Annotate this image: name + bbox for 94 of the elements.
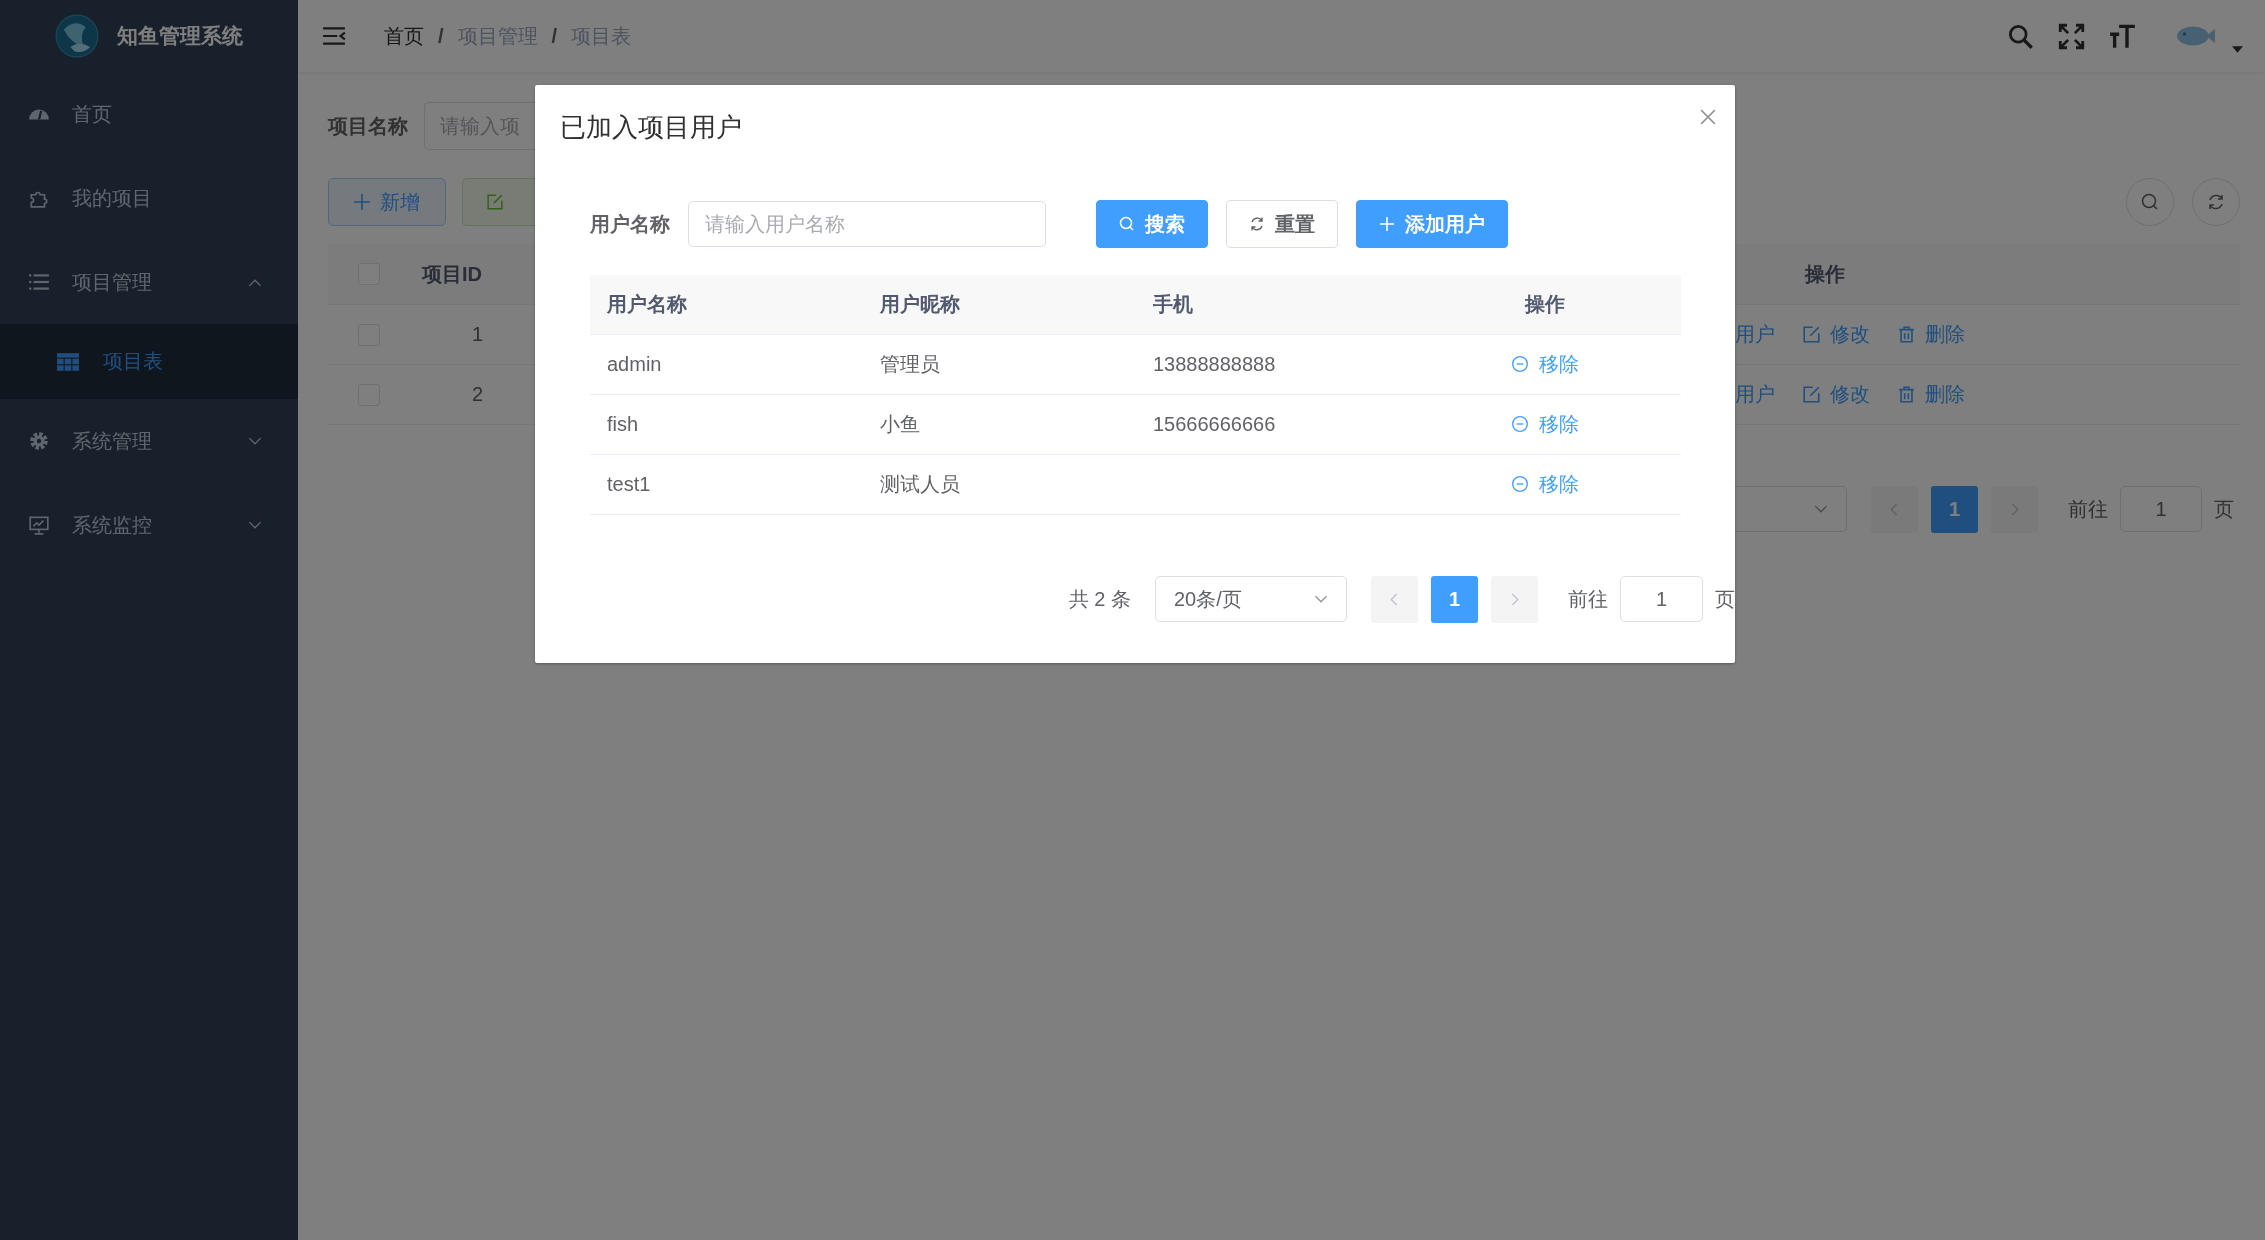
edit-icon — [1803, 386, 1820, 403]
edit-link[interactable]: 修改 — [1803, 381, 1870, 408]
trash-icon — [1898, 326, 1915, 343]
minus-circle-icon — [1511, 475, 1529, 494]
previous-page-button[interactable] — [1871, 485, 1918, 533]
caret-icon[interactable] — [2232, 45, 2243, 53]
next-page-button[interactable] — [1491, 575, 1538, 623]
fullscreen-icon[interactable] — [2058, 22, 2085, 50]
username-field[interactable]: 请输入用户名称 — [688, 201, 1046, 247]
search-icon — [2140, 192, 2160, 212]
gear-icon — [28, 430, 50, 452]
submenu-item[interactable]: 项目表 — [0, 324, 298, 399]
chevron-down-icon — [248, 436, 262, 446]
table-cell-text: 13888888888 — [1152, 353, 1277, 376]
add-button[interactable]: 新增 — [328, 178, 446, 226]
edit-icon — [1803, 326, 1820, 343]
breadcrumb-item[interactable]: 首页 — [384, 22, 424, 50]
list-icon — [28, 271, 50, 293]
column-header: 用户昵称 — [879, 292, 961, 317]
column-header: 操作 — [1525, 292, 1565, 317]
plus-icon — [354, 194, 370, 210]
total-count: 共 2 条 — [1068, 586, 1131, 612]
add-user-button[interactable]: 添加用户 — [1356, 200, 1508, 248]
users-link[interactable]: 用户 — [1735, 381, 1775, 408]
table-cell-text: admin — [606, 353, 663, 376]
plus-icon — [1379, 216, 1395, 232]
close-icon[interactable] — [1700, 109, 1716, 125]
menu-item[interactable]: 首页 — [0, 72, 298, 156]
goto-label: 前往 — [2068, 496, 2108, 522]
page-number-field[interactable]: 1 — [1620, 576, 1703, 622]
refresh-button[interactable] — [2192, 178, 2240, 226]
edit-link[interactable]: 修改 — [1803, 321, 1870, 348]
table-cell: 2 — [472, 383, 484, 406]
field-label: 用户名称 — [590, 211, 670, 237]
search-button[interactable] — [2126, 178, 2174, 226]
app-title: 知鱼管理系统 — [117, 23, 243, 49]
column-header: 项目ID — [422, 261, 482, 287]
table-cell: 1 — [472, 323, 484, 346]
search-button[interactable]: 搜索 — [1096, 200, 1208, 248]
refresh-icon — [2206, 192, 2226, 212]
menu-item[interactable]: 系统管理 — [0, 399, 298, 483]
page-suffix: 页 — [1715, 586, 1735, 612]
table-cell-text: fish — [606, 413, 640, 436]
page-size-select[interactable]: 20条/页 — [1155, 576, 1347, 622]
field-label: 项目名称 — [328, 113, 408, 139]
table-icon — [57, 352, 79, 371]
reset-button[interactable]: 重置 — [1226, 200, 1338, 248]
table-cell-text: 管理员 — [879, 352, 941, 377]
page-button[interactable]: 1 — [1931, 485, 1978, 533]
refresh-icon — [1249, 216, 1265, 232]
chevron-left-icon — [1890, 502, 1899, 516]
column-header: 操作 — [1805, 262, 1845, 285]
page-number-field[interactable]: 1 — [2120, 486, 2202, 532]
chevron-left-icon — [1390, 592, 1399, 606]
search-icon — [1119, 216, 1135, 232]
remove-link[interactable]: 移除 — [1511, 470, 1579, 498]
edit-icon — [487, 194, 503, 210]
menu-icon[interactable] — [322, 26, 346, 46]
chevron-right-icon — [1510, 592, 1519, 606]
minus-circle-icon — [1511, 415, 1529, 434]
users-link[interactable]: 用户 — [1735, 321, 1775, 348]
goto-label: 前往 — [1568, 586, 1608, 612]
table-cell-text: 15666666666 — [1152, 413, 1277, 436]
fish-logo-icon — [55, 14, 99, 58]
chevron-down-icon — [1314, 594, 1328, 604]
previous-page-button[interactable] — [1371, 575, 1418, 623]
column-header: 手机 — [1152, 292, 1194, 317]
text-size-icon[interactable] — [2109, 22, 2136, 50]
delete-link[interactable]: 删除 — [1898, 381, 1965, 408]
monitor-icon — [28, 514, 50, 536]
trash-icon — [1898, 386, 1915, 403]
remove-link[interactable]: 移除 — [1511, 350, 1579, 378]
search-icon[interactable] — [2007, 22, 2034, 50]
breadcrumb-separator: / — [551, 24, 558, 48]
next-page-button[interactable] — [1991, 485, 2038, 533]
chevron-up-icon — [248, 277, 262, 287]
dialog-title: 已加入项目用户 — [560, 110, 742, 144]
table-cell-text: 测试人员 — [879, 472, 961, 497]
delete-link[interactable]: 删除 — [1898, 321, 1965, 348]
menu-item[interactable]: 系统监控 — [0, 483, 298, 567]
menu-item[interactable]: 项目管理 — [0, 240, 298, 324]
table-cell-text: 小鱼 — [879, 412, 921, 437]
minus-circle-icon — [1511, 355, 1529, 374]
breadcrumb-separator: / — [438, 24, 444, 48]
chevron-right-icon — [2010, 502, 2019, 516]
chevron-down-icon — [1814, 504, 1828, 514]
column-header: 用户名称 — [606, 292, 688, 317]
page-button[interactable]: 1 — [1431, 575, 1478, 623]
remove-link[interactable]: 移除 — [1511, 410, 1579, 438]
chevron-down-icon — [248, 520, 262, 530]
edit-button[interactable] — [462, 178, 535, 226]
menu-item[interactable]: 我的项目 — [0, 156, 298, 240]
table-cell-text: test1 — [606, 473, 652, 496]
page-suffix: 页 — [2214, 496, 2234, 522]
